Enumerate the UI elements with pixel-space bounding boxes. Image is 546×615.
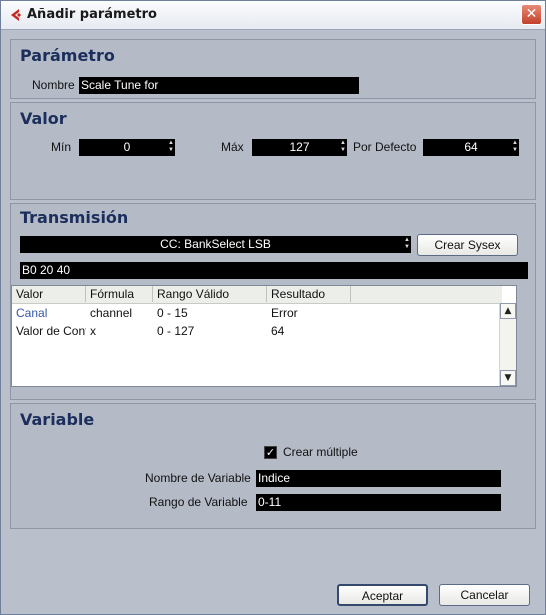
- nombre-variable-label: Nombre de Variable: [145, 471, 251, 485]
- column-header-filler: [351, 286, 502, 302]
- cubase-logo-icon: [11, 9, 21, 21]
- parametro-heading: Parámetro: [20, 46, 115, 65]
- nombre-variable-field[interactable]: Indice: [256, 470, 501, 487]
- dialog-window: Añadir parámetro ✕ Parámetro Nombre Scal…: [0, 0, 546, 615]
- scroll-up-icon[interactable]: ▲: [500, 303, 516, 319]
- row-resultado: 64: [271, 324, 285, 338]
- rango-variable-field[interactable]: 0-11: [256, 494, 501, 511]
- checkmark-icon: ✓: [265, 446, 276, 459]
- min-value: 0: [123, 140, 131, 154]
- transmision-heading: Transmisión: [20, 208, 129, 227]
- spin-arrows-icon[interactable]: ▲ ▼: [340, 140, 346, 155]
- row-valor: Valor de Cont: [16, 324, 86, 338]
- hex-field[interactable]: B0 20 40: [20, 262, 528, 279]
- chevron-updown-icon[interactable]: ▲ ▼: [404, 237, 410, 252]
- spin-arrows-icon[interactable]: ▲ ▼: [168, 140, 174, 155]
- nombre-label: Nombre: [32, 78, 75, 92]
- cancelar-button[interactable]: Cancelar: [439, 584, 530, 606]
- por-defecto-spinbox[interactable]: 64 ▲ ▼: [423, 139, 519, 156]
- row-formula: x: [90, 324, 96, 338]
- row-resultado: Error: [271, 306, 298, 320]
- variable-section: Variable ✓ Crear múltiple Nombre de Vari…: [10, 403, 536, 529]
- rango-variable-label: Rango de Variable: [149, 495, 248, 509]
- parametro-section: Parámetro Nombre Scale Tune for: [10, 39, 536, 99]
- close-button[interactable]: ✕: [521, 4, 542, 25]
- por-defecto-label: Por Defecto: [353, 140, 417, 154]
- scroll-down-icon[interactable]: ▼: [500, 370, 516, 386]
- cc-select[interactable]: CC: BankSelect LSB ▲ ▼: [20, 236, 411, 253]
- min-spinbox[interactable]: 0 ▲ ▼: [79, 139, 175, 156]
- max-value: 127: [289, 140, 310, 154]
- column-header-valor[interactable]: Valor: [12, 286, 86, 302]
- table-row[interactable]: Canal channel 0 - 15 Error: [12, 304, 502, 322]
- por-defecto-value: 64: [464, 140, 478, 154]
- table-header: Valor Fórmula Rango Válido Resultado: [12, 286, 502, 304]
- row-valor: Canal: [16, 306, 48, 320]
- title-bar[interactable]: Añadir parámetro ✕: [1, 1, 545, 30]
- nombre-field[interactable]: Scale Tune for: [79, 77, 359, 94]
- column-header-rango[interactable]: Rango Válido: [153, 286, 267, 302]
- table-row[interactable]: Valor de Cont x 0 - 127 64: [12, 322, 502, 340]
- valor-section: Valor Mín 0 ▲ ▼ Máx 127 ▲ ▼ Por Defecto 64…: [10, 102, 536, 200]
- aceptar-button[interactable]: Aceptar: [337, 584, 428, 606]
- row-rango: 0 - 15: [157, 306, 188, 320]
- table-scrollbar[interactable]: ▲ ▼: [499, 303, 516, 386]
- row-rango: 0 - 127: [157, 324, 195, 338]
- window-title: Añadir parámetro: [27, 7, 157, 22]
- cc-select-value: CC: BankSelect LSB: [160, 237, 271, 251]
- valor-heading: Valor: [20, 109, 67, 128]
- column-header-formula[interactable]: Fórmula: [86, 286, 153, 302]
- row-formula: channel: [90, 306, 133, 320]
- max-label: Máx: [221, 140, 244, 154]
- column-header-resultado[interactable]: Resultado: [267, 286, 351, 302]
- min-label: Mín: [51, 140, 72, 154]
- close-icon: ✕: [525, 6, 538, 22]
- crear-sysex-button[interactable]: Crear Sysex: [417, 234, 518, 256]
- spin-arrows-icon[interactable]: ▲ ▼: [512, 140, 518, 155]
- variable-heading: Variable: [20, 410, 95, 429]
- crear-multiple-checkbox[interactable]: ✓: [264, 446, 277, 459]
- formula-table: Valor Fórmula Rango Válido Resultado Can…: [11, 285, 517, 387]
- crear-multiple-label: Crear múltiple: [283, 445, 358, 459]
- max-spinbox[interactable]: 127 ▲ ▼: [252, 139, 347, 156]
